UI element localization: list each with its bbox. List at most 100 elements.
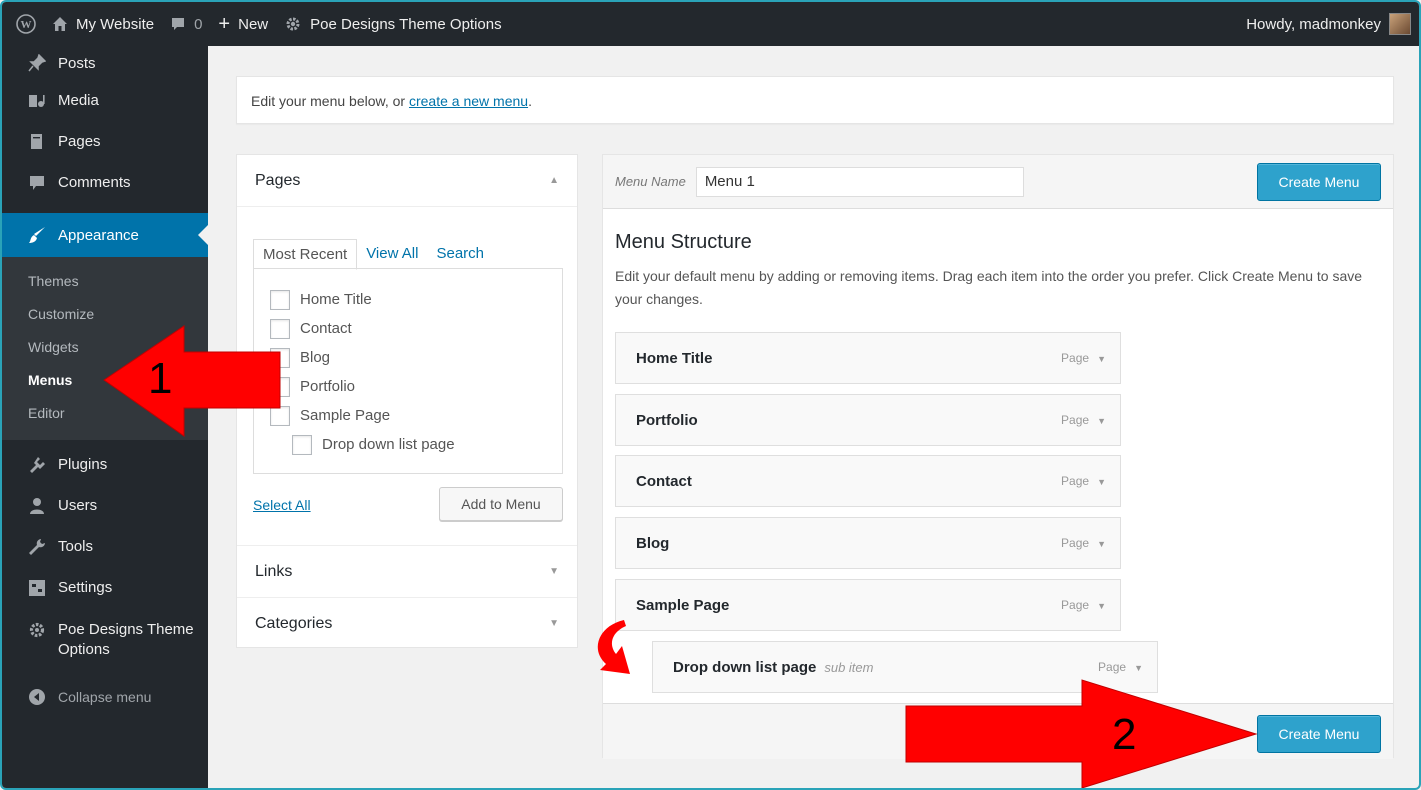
comments-link[interactable]: 0 — [162, 2, 210, 46]
checkbox[interactable] — [270, 289, 290, 310]
annotation-number-2: 2 — [1112, 710, 1137, 759]
menu-name-input[interactable]: Menu 1 — [695, 166, 1024, 197]
my-account[interactable]: Howdy, madmonkey — [1246, 2, 1411, 46]
pages-accordion-header[interactable]: Pages ▲ — [237, 155, 577, 207]
home-icon — [52, 16, 68, 32]
plus-icon: + — [218, 12, 231, 35]
collapse-menu[interactable]: Collapse menu — [2, 676, 208, 717]
menu-item[interactable]: Sample Page Page ▼ — [615, 579, 1121, 631]
select-all-link[interactable]: Select All — [253, 497, 311, 513]
tab-most-recent[interactable]: Most Recent — [253, 239, 358, 270]
tab-search[interactable]: Search — [427, 239, 493, 270]
list-item[interactable]: Contact — [254, 314, 562, 343]
new-content-link[interactable]: + New — [210, 2, 276, 46]
create-menu-button-top[interactable]: Create Menu — [1257, 163, 1381, 201]
chevron-down-icon: ▼ — [1134, 663, 1143, 673]
new-label: New — [238, 15, 269, 33]
menu-item-type[interactable]: Page ▼ — [1061, 598, 1106, 612]
checkbox[interactable] — [292, 434, 312, 455]
sidebar-item-label: Users — [58, 497, 98, 514]
comments-count: 0 — [194, 15, 203, 33]
list-item[interactable]: Home Title — [254, 285, 562, 314]
sidebar-item-media[interactable]: Media — [2, 80, 208, 121]
categories-accordion-header[interactable]: Categories ▼ — [237, 597, 577, 649]
sidebar-item-users[interactable]: Users — [2, 485, 208, 526]
page-label: Home Title — [300, 291, 372, 308]
links-accordion-header[interactable]: Links ▼ — [237, 545, 577, 597]
chevron-down-icon: ▼ — [1097, 477, 1106, 487]
notice-end: . — [528, 93, 532, 109]
tab-view-all[interactable]: View All — [357, 239, 427, 270]
sidebar-item-appearance[interactable]: Appearance — [2, 213, 208, 257]
menu-item-type[interactable]: Page ▼ — [1061, 536, 1106, 550]
create-new-menu-link[interactable]: create a new menu — [409, 93, 528, 109]
page-label: Sample Page — [300, 407, 391, 424]
plugin-icon — [26, 454, 48, 476]
menu-item-type[interactable]: Page ▼ — [1061, 413, 1106, 427]
menu-item[interactable]: Blog Page ▼ — [615, 517, 1121, 569]
wrench-icon — [26, 536, 48, 558]
annotation-number-1: 1 — [148, 354, 173, 403]
list-item[interactable]: Sample Page — [254, 401, 562, 430]
site-name: My Website — [76, 15, 155, 33]
item-type-label: Page — [1061, 536, 1090, 550]
create-menu-button-bottom[interactable]: Create Menu — [1257, 715, 1381, 753]
add-menu-items-panel: Pages ▲ Most Recent View All Search Home… — [236, 154, 578, 648]
item-type-label: Page — [1061, 474, 1090, 488]
sidebar-item-label: Posts — [58, 54, 96, 72]
item-type-label: Page — [1061, 413, 1090, 427]
menu-item-type[interactable]: Page ▼ — [1098, 660, 1143, 674]
menu-item[interactable]: Contact Page ▼ — [615, 455, 1121, 507]
add-to-menu-button[interactable]: Add to Menu — [439, 487, 563, 521]
page-label: Blog — [300, 349, 331, 366]
categories-title: Categories — [255, 614, 333, 632]
sidebar-item-label: Pages — [58, 133, 101, 150]
theme-options-label: Poe Designs Theme Options — [310, 15, 502, 33]
menu-item-type[interactable]: Page ▼ — [1061, 474, 1106, 488]
sidebar-item-poe-theme-options[interactable]: Poe Designs Theme Options — [2, 608, 208, 670]
menu-item-type[interactable]: Page ▼ — [1061, 351, 1106, 365]
sidebar-item-pages[interactable]: Pages — [2, 121, 208, 162]
menu-item-title: Home Title — [636, 349, 713, 367]
sidebar-item-comments[interactable]: Comments — [2, 162, 208, 203]
pages-tabs: Most Recent View All Search — [253, 239, 493, 270]
list-item[interactable]: Portfolio — [254, 372, 562, 401]
pages-icon — [26, 131, 48, 153]
sidebar-item-label: Tools — [58, 538, 94, 555]
gear-icon — [284, 15, 302, 33]
sidebar-item-label: Plugins — [58, 456, 108, 473]
comment-bubble-icon — [170, 16, 186, 32]
sidebar-item-plugins[interactable]: Plugins — [2, 444, 208, 485]
admin-bar: W My Website 0 + New Poe Designs Theme O… — [2, 2, 1419, 46]
sidebar-item-label: Poe Designs Theme Options — [58, 620, 194, 660]
wordpress-logo-icon[interactable]: W — [2, 2, 44, 46]
chevron-down-icon: ▼ — [1097, 416, 1106, 426]
theme-options-link[interactable]: Poe Designs Theme Options — [276, 2, 510, 46]
poe-line-2: Options — [58, 641, 110, 658]
menu-item-title: Portfolio — [636, 411, 698, 429]
page-label: Drop down list page — [322, 436, 455, 453]
site-name-link[interactable]: My Website — [44, 2, 162, 46]
curved-arrow-icon — [597, 620, 630, 674]
sidebar-item-tools[interactable]: Tools — [2, 526, 208, 567]
settings-icon — [26, 577, 48, 599]
manage-menus-notice: Edit your menu below, or create a new me… — [236, 76, 1394, 124]
sidebar-item-settings[interactable]: Settings — [2, 567, 208, 608]
list-item[interactable]: Blog — [254, 343, 562, 372]
brush-icon — [26, 224, 48, 246]
comment-icon — [26, 172, 48, 194]
menu-item[interactable]: Home Title Page ▼ — [615, 332, 1121, 384]
menu-item[interactable]: Portfolio Page ▼ — [615, 394, 1121, 446]
menu-name-label: Menu Name — [615, 174, 686, 189]
sub-item-label: sub item — [824, 659, 874, 675]
sidebar-item-label: Settings — [58, 579, 113, 596]
page-label: Contact — [300, 320, 352, 337]
menu-structure-description: Edit your default menu by adding or remo… — [615, 268, 1363, 307]
sidebar-item-posts[interactable]: Posts — [2, 46, 208, 80]
submenu-themes[interactable]: Themes — [2, 265, 208, 298]
menu-structure-title: Menu Structure — [615, 231, 752, 253]
menu-item-title: Sample Page — [636, 596, 730, 614]
howdy-text: Howdy, madmonkey — [1246, 15, 1381, 33]
poe-line-1: Poe Designs Theme — [58, 621, 194, 638]
list-item[interactable]: Drop down list page — [254, 430, 562, 459]
